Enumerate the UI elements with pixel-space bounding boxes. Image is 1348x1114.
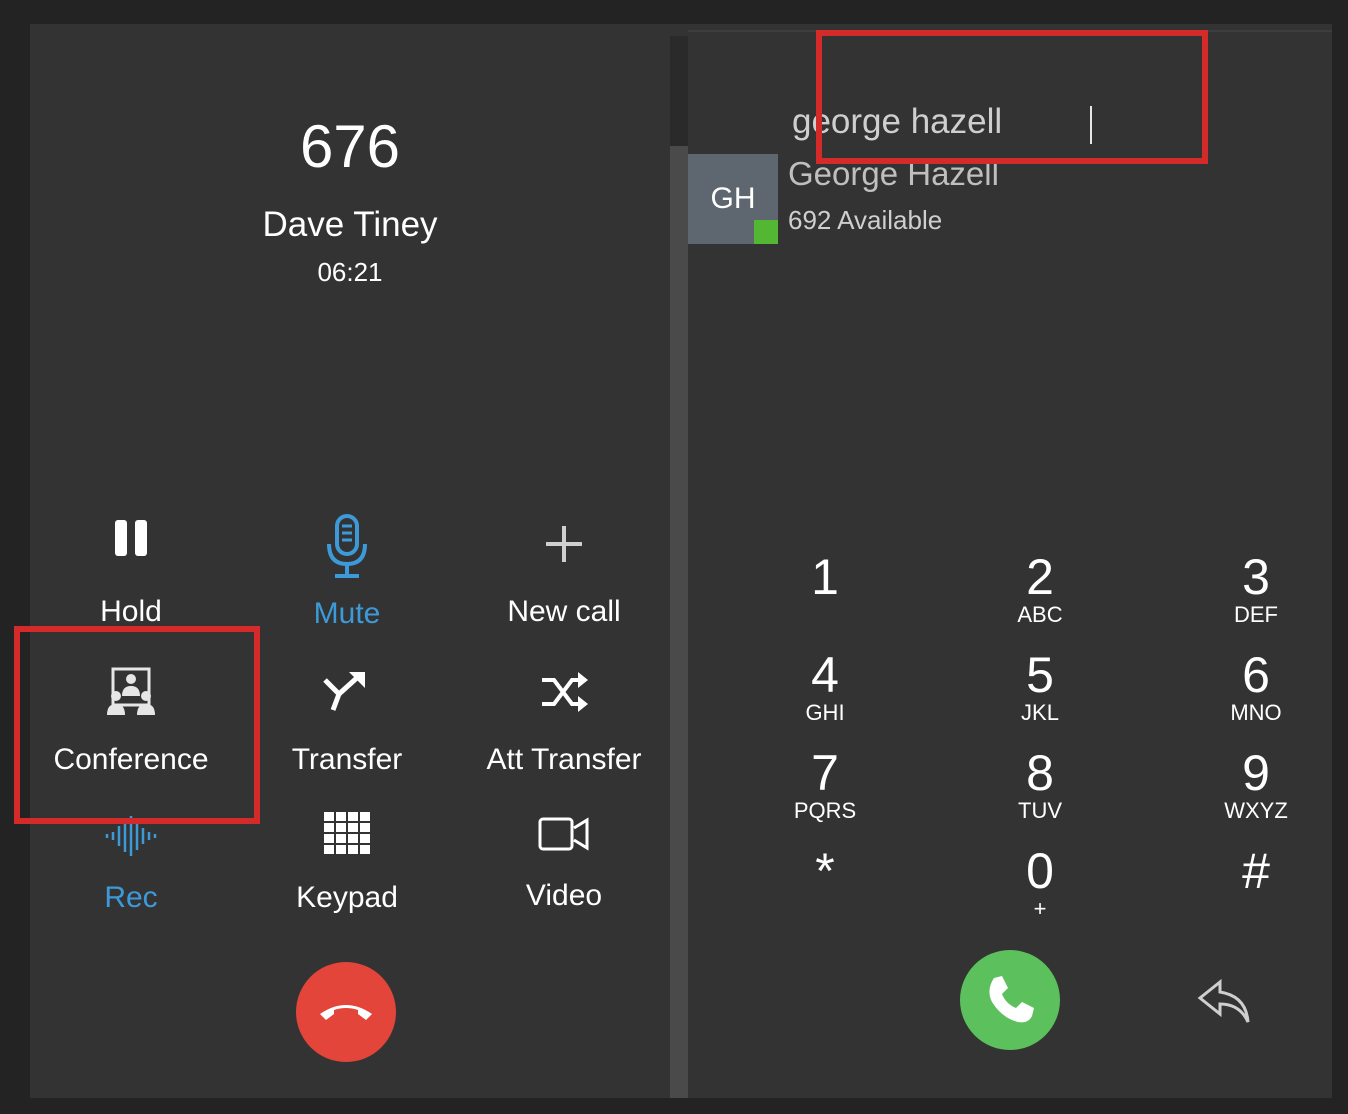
key-letters: + (1033, 896, 1047, 921)
call-timer: 06:21 (317, 257, 383, 287)
keypad-key[interactable]: 8 TUV (960, 748, 1120, 822)
mute-button[interactable]: Mute (242, 514, 452, 632)
hold-label: Hold (100, 595, 162, 628)
new-call-label: New call (507, 595, 621, 628)
pause-icon (115, 520, 147, 556)
dialer-panel: GH George Hazell 692 Available 1 2ABC 3DEF… (688, 24, 1332, 1098)
keypad-grid-icon (324, 812, 370, 854)
key-digit: 3 (1242, 549, 1270, 605)
key-digit: 0 (1026, 843, 1054, 899)
panel-scrollbar[interactable] (670, 36, 688, 1098)
keypad-key[interactable]: 9 WXYZ (1176, 748, 1336, 822)
phone-hangup-icon (320, 1005, 372, 1020)
key-letters: DEF (1234, 602, 1278, 627)
avatar-initials: GH (710, 182, 756, 215)
plus-icon (546, 526, 582, 562)
scrollbar-thumb[interactable] (670, 146, 688, 1098)
mute-label: Mute (313, 597, 381, 630)
microphone-icon (327, 514, 367, 578)
reply-arrow-icon (1197, 978, 1250, 1023)
key-digit: 4 (811, 647, 839, 703)
key-letters: PQRS (793, 798, 857, 823)
att-transfer-button[interactable]: Att Transfer (459, 666, 669, 778)
keypad-key[interactable]: 4 GHI (745, 650, 905, 724)
transfer-icon (323, 672, 365, 711)
key-digit: 9 (1242, 745, 1270, 801)
key-digit: 1 (811, 549, 839, 605)
search-highlight-box (816, 30, 1208, 164)
keypad-key[interactable]: 0 + (960, 846, 1120, 920)
key-digit: 5 (1026, 647, 1054, 703)
key-digit: 2 (1026, 549, 1054, 605)
text-caret (1090, 106, 1092, 144)
att-transfer-label: Att Transfer (486, 743, 642, 776)
contact-result-item[interactable]: GH George Hazell 692 Available (688, 154, 1332, 246)
new-call-button[interactable]: New call (459, 522, 669, 630)
key-letters: GHI (805, 700, 845, 725)
keypad-key[interactable]: * (745, 846, 905, 898)
key-letters: WXYZ (1224, 798, 1288, 823)
video-label: Video (525, 879, 603, 912)
presence-indicator (754, 220, 778, 244)
hangup-button[interactable] (296, 962, 396, 1062)
key-digit: * (815, 843, 835, 899)
key-digit: 6 (1242, 647, 1270, 703)
keypad-key[interactable]: # (1176, 846, 1336, 898)
keypad-button[interactable]: Keypad (242, 810, 452, 916)
keypad-key[interactable]: 6 MNO (1176, 650, 1336, 724)
keypad-label: Keypad (296, 881, 398, 914)
softphone-window: 676 Dave Tiney 06:21 Hold Mute New call … (14, 24, 1332, 1098)
backspace-button[interactable] (1196, 974, 1256, 1030)
key-letters: ABC (1017, 602, 1063, 627)
keypad-key[interactable]: 5 JKL (960, 650, 1120, 724)
key-letters: MNO (1230, 700, 1282, 725)
caller-name: Dave Tiney (262, 205, 438, 244)
hold-button[interactable]: Hold (26, 512, 236, 630)
keypad-key[interactable]: 7 PQRS (745, 748, 905, 822)
conference-highlight-box (14, 626, 260, 824)
key-letters: TUV (1018, 798, 1062, 823)
transfer-button[interactable]: Transfer (242, 666, 452, 778)
contact-status: 692 Available (788, 205, 943, 235)
call-button[interactable] (960, 950, 1060, 1050)
phone-icon (989, 976, 1034, 1023)
shuffle-icon (542, 672, 588, 712)
active-call-panel: 676 Dave Tiney 06:21 Hold Mute New call … (14, 24, 670, 1098)
key-letters: JKL (1021, 700, 1059, 725)
keypad-key[interactable]: 2 ABC (960, 552, 1120, 626)
video-camera-icon (538, 817, 589, 851)
keypad-key[interactable]: 3 DEF (1176, 552, 1336, 626)
transfer-label: Transfer (291, 743, 403, 776)
key-digit: 7 (811, 745, 839, 801)
key-digit: 8 (1026, 745, 1054, 801)
rec-button[interactable]: Rec (26, 816, 236, 916)
call-number: 676 (299, 113, 401, 180)
key-digit: # (1242, 843, 1270, 899)
video-button[interactable]: Video (459, 814, 669, 914)
rec-label: Rec (104, 881, 158, 914)
keypad-key[interactable]: 1 (745, 552, 905, 604)
